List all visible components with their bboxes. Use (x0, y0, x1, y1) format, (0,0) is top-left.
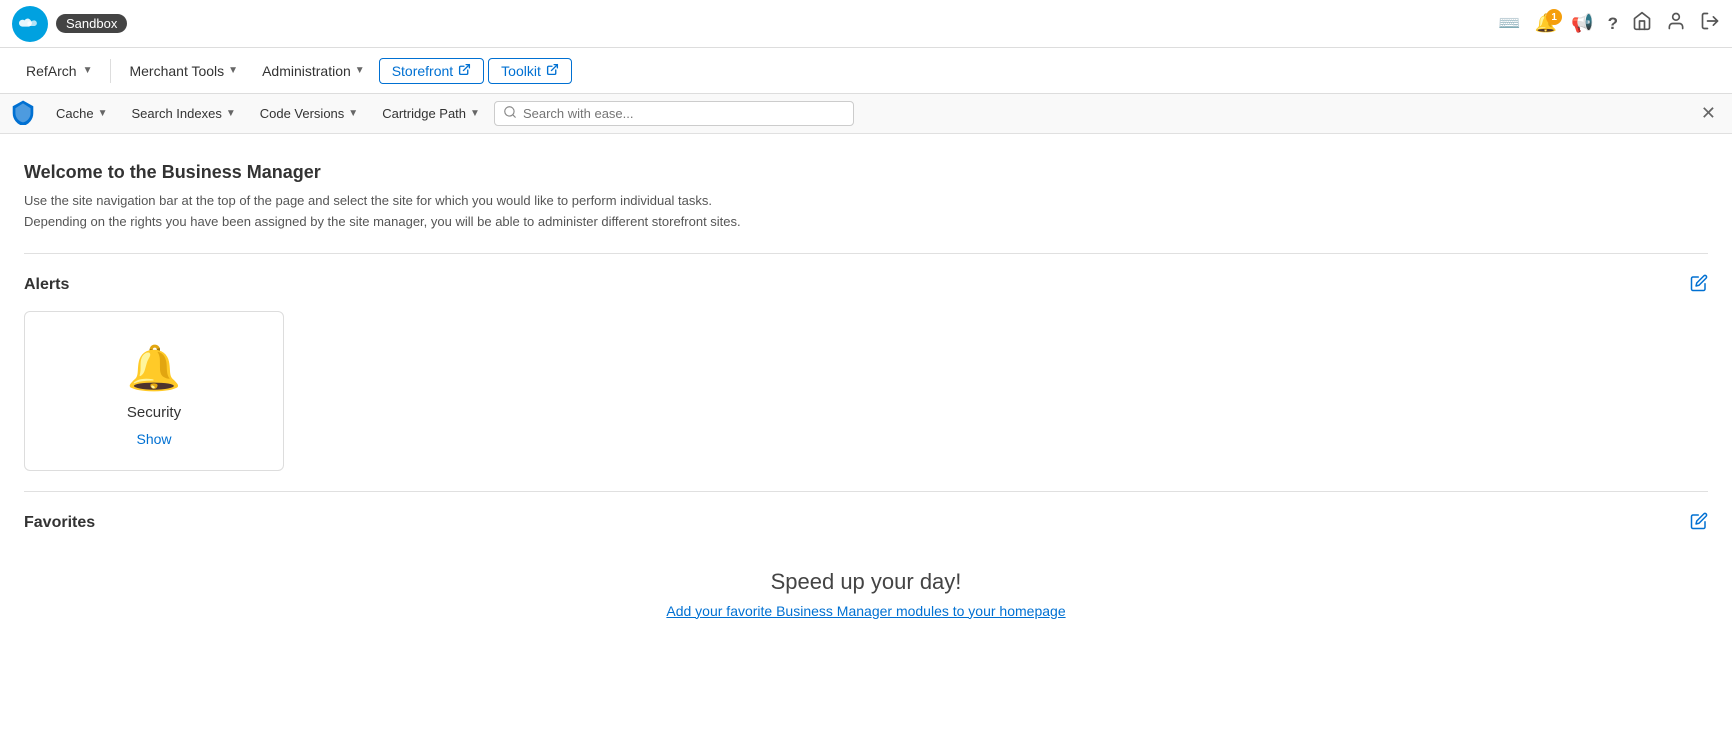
site-selector-chevron: ▼ (83, 65, 93, 76)
keyboard-icon[interactable]: ⌨️ (1498, 13, 1520, 34)
sub-nav-code-versions[interactable]: Code Versions ▼ (250, 102, 368, 125)
sub-nav-search-chevron: ▼ (226, 108, 236, 119)
favorites-section: Favorites Speed up your day! Add your fa… (24, 512, 1708, 629)
sub-nav-cartridge-path[interactable]: Cartridge Path ▼ (372, 102, 490, 125)
sub-nav-search-indexes[interactable]: Search Indexes ▼ (121, 102, 245, 125)
alerts-grid: 🔔 Security Show (24, 311, 1708, 471)
storefront-ext-icon (458, 63, 471, 79)
help-icon[interactable]: ? (1608, 14, 1618, 34)
alerts-edit-button[interactable] (1690, 274, 1708, 297)
sub-nav-cartridge-path-label: Cartridge Path (382, 106, 466, 121)
salesforce-logo (12, 6, 48, 42)
alerts-title: Alerts (24, 276, 69, 294)
sub-nav-cache-label: Cache (56, 106, 94, 121)
nav-item-storefront[interactable]: Storefront (379, 58, 484, 84)
favorites-content: Speed up your day! Add your favorite Bus… (24, 549, 1708, 629)
sub-nav-search-indexes-label: Search Indexes (131, 106, 221, 121)
sub-nav-cache-chevron: ▼ (98, 108, 108, 119)
alerts-section: Alerts 🔔 Security Show (24, 274, 1708, 471)
nav-item-merchant-tools[interactable]: Merchant Tools ▼ (119, 59, 248, 83)
alert-card-security-title: Security (127, 404, 181, 421)
nav-item-storefront-label: Storefront (392, 63, 453, 79)
close-button[interactable]: ✕ (1695, 103, 1722, 124)
nav-bar: RefArch ▼ Merchant Tools ▼ Administratio… (0, 48, 1732, 94)
favorites-tagline: Speed up your day! (24, 569, 1708, 595)
nav-item-administration[interactable]: Administration ▼ (252, 59, 375, 83)
notification-count: 1 (1546, 9, 1562, 25)
top-bar: Sandbox ⌨️ 🔔 1 📢 ? (0, 0, 1732, 48)
search-icon (503, 105, 517, 122)
site-selector[interactable]: RefArch ▼ (16, 59, 102, 83)
signout-icon[interactable] (1700, 11, 1720, 36)
home-icon[interactable] (1632, 11, 1652, 36)
divider-2 (24, 491, 1708, 492)
main-content: Welcome to the Business Manager Use the … (0, 134, 1732, 653)
bell-icon[interactable]: 🔔 1 (1535, 13, 1557, 34)
nav-item-merchant-tools-label: Merchant Tools (129, 63, 224, 79)
security-bell-icon: 🔔 (127, 342, 182, 394)
alert-card-security: 🔔 Security Show (24, 311, 284, 471)
top-bar-icons: ⌨️ 🔔 1 📢 ? (1498, 11, 1720, 36)
welcome-section: Welcome to the Business Manager Use the … (24, 162, 1708, 233)
search-box[interactable] (494, 101, 854, 126)
welcome-desc-2: Depending on the rights you have been as… (24, 212, 1708, 233)
sub-nav-bar: Cache ▼ Search Indexes ▼ Code Versions ▼… (0, 94, 1732, 134)
divider-1 (24, 253, 1708, 254)
alerts-section-header: Alerts (24, 274, 1708, 297)
favorites-section-header: Favorites (24, 512, 1708, 535)
nav-divider (110, 59, 111, 83)
sub-nav-code-chevron: ▼ (348, 108, 358, 119)
welcome-title: Welcome to the Business Manager (24, 162, 1708, 183)
search-input[interactable] (523, 106, 845, 121)
site-selector-label: RefArch (26, 63, 77, 79)
nav-item-administration-label: Administration (262, 63, 351, 79)
sub-nav-cartridge-chevron: ▼ (470, 108, 480, 119)
shield-logo (10, 99, 36, 128)
megaphone-icon[interactable]: 📢 (1571, 13, 1593, 34)
nav-item-toolkit-label: Toolkit (501, 63, 541, 79)
welcome-desc-1: Use the site navigation bar at the top o… (24, 191, 1708, 212)
favorites-title: Favorites (24, 514, 95, 532)
nav-item-toolkit[interactable]: Toolkit (488, 58, 572, 84)
user-icon[interactable] (1666, 11, 1686, 36)
favorites-edit-button[interactable] (1690, 512, 1708, 535)
favorites-sublink[interactable]: Add your favorite Business Manager modul… (666, 603, 1065, 619)
sandbox-badge: Sandbox (56, 14, 127, 33)
alert-card-security-show[interactable]: Show (136, 431, 171, 447)
sub-nav-code-versions-label: Code Versions (260, 106, 345, 121)
toolkit-ext-icon (546, 63, 559, 79)
nav-chevron-merchant: ▼ (228, 65, 238, 76)
nav-chevron-admin: ▼ (355, 65, 365, 76)
sub-nav-cache[interactable]: Cache ▼ (46, 102, 117, 125)
